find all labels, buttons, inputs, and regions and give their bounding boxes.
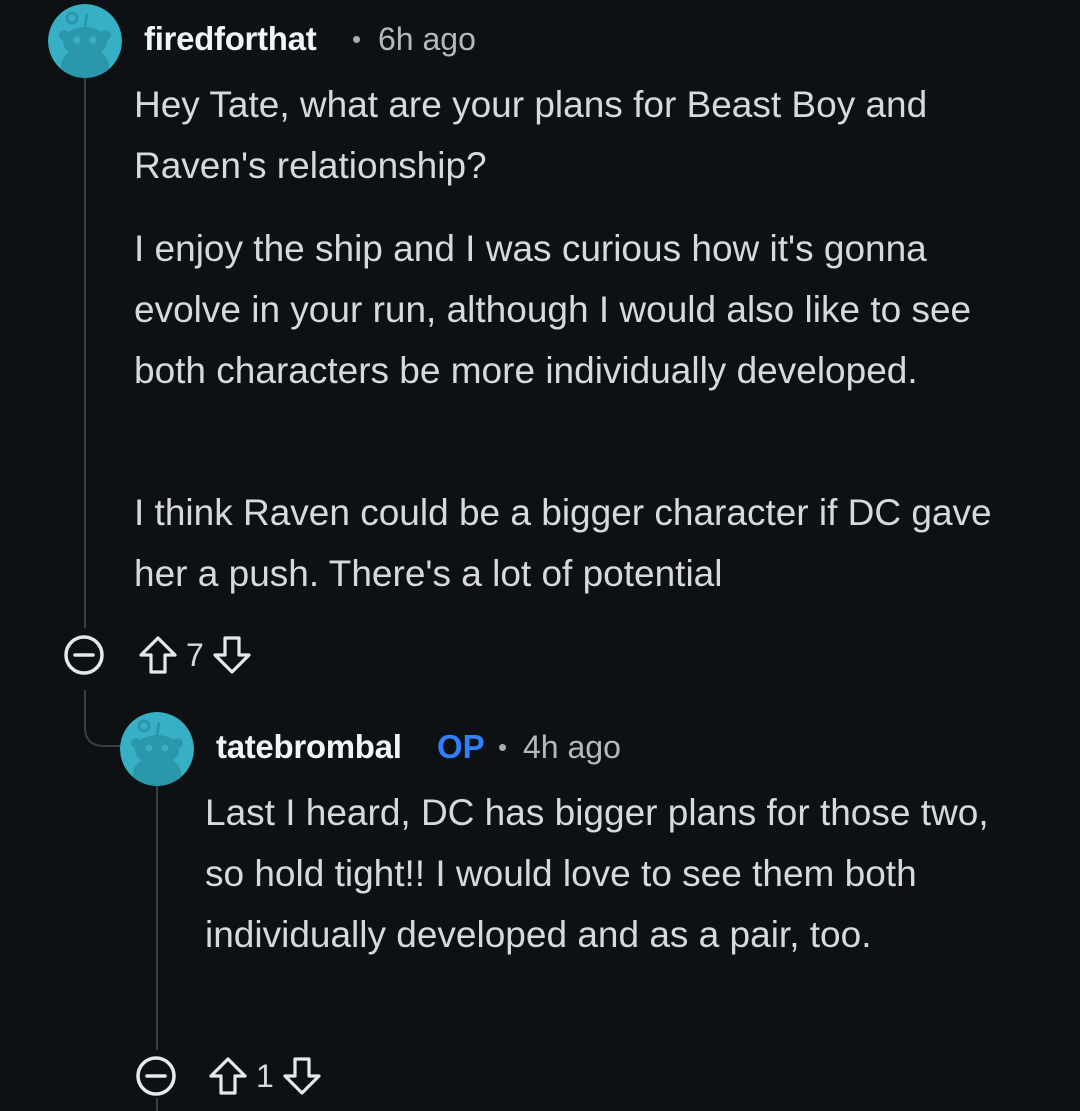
reply-thread-line — [156, 785, 158, 1050]
comment-timestamp: 4h ago — [523, 729, 621, 765]
comment-timestamp: 6h ago — [378, 21, 476, 57]
meta-separator: • — [498, 732, 508, 762]
upvote-arrow-icon[interactable] — [206, 1054, 250, 1098]
comment-actions: 1 — [134, 1054, 324, 1098]
vote-count: 7 — [186, 636, 204, 673]
comment-author[interactable]: firedforthat — [144, 20, 317, 58]
comment-paragraph: Last I heard, DC has bigger plans for th… — [205, 792, 989, 955]
comment-actions: 7 — [62, 633, 254, 677]
thread-line-top — [84, 78, 86, 628]
downvote-arrow-icon[interactable] — [210, 633, 254, 677]
avatar[interactable] — [120, 712, 194, 786]
upvote-arrow-icon[interactable] — [136, 633, 180, 677]
downvote-arrow-icon[interactable] — [280, 1054, 324, 1098]
comment-paragraph: I think Raven could be a bigger characte… — [134, 492, 992, 594]
snoo-avatar-icon — [48, 4, 122, 78]
avatar[interactable] — [48, 4, 122, 78]
meta-separator: • — [352, 24, 362, 54]
comment-author[interactable]: tatebrombal — [216, 728, 402, 766]
comment-paragraph: I enjoy the ship and I was curious how i… — [134, 228, 972, 391]
collapse-icon[interactable] — [62, 633, 106, 677]
op-badge: OP — [437, 728, 485, 765]
collapse-icon[interactable] — [134, 1054, 178, 1098]
vote-count: 1 — [256, 1057, 274, 1094]
snoo-avatar-icon — [120, 712, 194, 786]
reply-thread-line-tail — [156, 1098, 158, 1111]
comment-paragraph: Hey Tate, what are your plans for Beast … — [134, 84, 928, 186]
